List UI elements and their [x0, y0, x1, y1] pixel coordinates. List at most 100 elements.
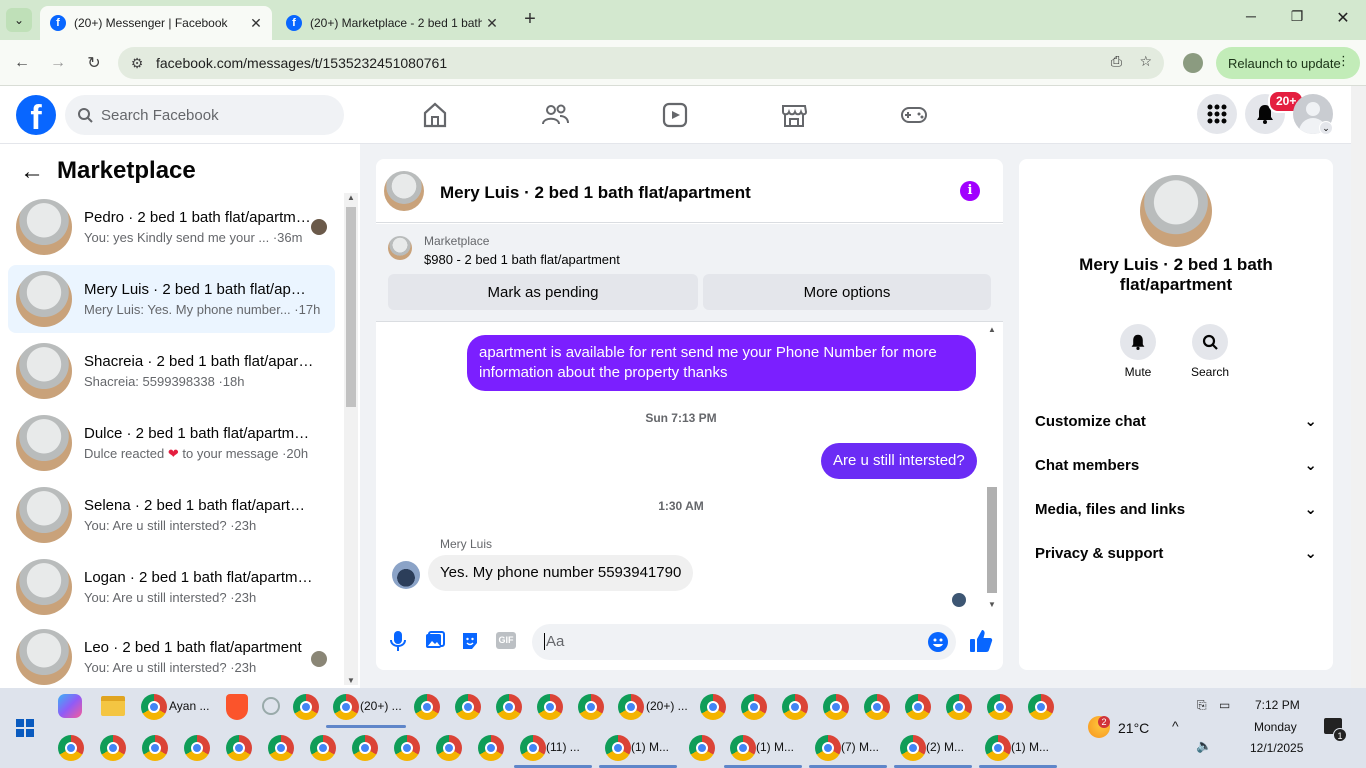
maximize-icon[interactable]: ❐ — [1274, 8, 1320, 32]
brave-icon[interactable] — [226, 694, 248, 720]
emoji-icon[interactable] — [928, 632, 948, 652]
profile-photo[interactable] — [1140, 175, 1212, 247]
chrome-icon[interactable] — [905, 694, 931, 720]
outgoing-message[interactable]: Are u still intersted? — [821, 443, 977, 479]
weather-temp[interactable]: 21°C — [1118, 720, 1149, 736]
chrome-icon[interactable] — [478, 735, 504, 761]
chrome-icon[interactable] — [333, 694, 359, 720]
outgoing-message[interactable]: apartment is available for rent send me … — [467, 335, 976, 391]
list-item[interactable]: Mery Luis · 2 bed 1 bath flat/apartment M… — [8, 265, 335, 333]
tab-close-icon[interactable]: ✕ — [482, 15, 502, 32]
chrome-icon[interactable] — [578, 694, 604, 720]
chrome-icon[interactable] — [352, 735, 378, 761]
chat-members-row[interactable]: Chat members ⌄ — [1035, 445, 1317, 485]
address-bar[interactable]: ⚙ facebook.com/messages/t/15352324510807… — [118, 47, 1164, 79]
chrome-icon[interactable] — [985, 735, 1011, 761]
taskbar-window-label[interactable]: (1) M... — [1011, 740, 1049, 754]
tab-close-icon[interactable]: ✕ — [246, 15, 266, 32]
chrome-icon[interactable] — [864, 694, 890, 720]
volume-icon[interactable]: 🔈 — [1196, 738, 1212, 754]
relaunch-button[interactable]: Relaunch to update ⋮ — [1216, 47, 1360, 79]
clock-time[interactable]: 7:12 PM — [1255, 698, 1300, 712]
reload-icon[interactable]: ↻ — [78, 47, 110, 79]
incoming-message[interactable]: Yes. My phone number 5593941790 — [428, 555, 694, 591]
scroll-thumb[interactable] — [987, 487, 997, 593]
listing-title[interactable]: $980 - 2 bed 1 bath flat/apartment — [424, 252, 620, 267]
photo-icon[interactable] — [425, 631, 445, 654]
friends-icon[interactable] — [540, 100, 570, 130]
chrome-icon[interactable] — [455, 694, 481, 720]
scroll-thumb[interactable] — [346, 207, 356, 407]
file-explorer-icon[interactable] — [101, 696, 125, 716]
chrome-icon[interactable] — [730, 735, 756, 761]
chrome-icon[interactable] — [987, 694, 1013, 720]
chrome-icon[interactable] — [946, 694, 972, 720]
privacy-support-row[interactable]: Privacy & support ⌄ — [1035, 533, 1317, 573]
sticker-icon[interactable] — [460, 631, 480, 654]
chrome-icon[interactable] — [496, 694, 522, 720]
copilot-icon[interactable] — [58, 694, 82, 718]
chrome-icon[interactable] — [58, 735, 84, 761]
taskbar-window-label[interactable]: (20+) ... — [360, 699, 402, 713]
customize-chat-row[interactable]: Customize chat ⌄ — [1035, 401, 1317, 441]
back-icon[interactable]: ← — [6, 47, 38, 79]
chrome-icon[interactable] — [537, 694, 563, 720]
bookmark-star-icon[interactable]: ☆ — [1139, 53, 1152, 70]
gaming-icon[interactable] — [899, 100, 929, 130]
tab-search-button[interactable]: ⌄ — [6, 8, 32, 32]
list-item[interactable]: Shacreia · 2 bed 1 bath flat/apartment Sh… — [8, 337, 335, 405]
scroll-up-icon[interactable]: ▲ — [347, 193, 355, 202]
network-icon[interactable]: ▭ — [1219, 698, 1230, 712]
taskbar-window-label[interactable]: (11) ... — [546, 740, 580, 754]
search-conversation-button[interactable] — [1192, 324, 1228, 360]
tab-messenger[interactable]: f (20+) Messenger | Facebook ✕ — [40, 6, 272, 40]
list-item[interactable]: Pedro · 2 bed 1 bath flat/apartment You: … — [8, 193, 335, 261]
scroll-down-icon[interactable]: ▼ — [347, 676, 355, 685]
windows-start-icon[interactable] — [16, 719, 34, 737]
chrome-icon[interactable] — [414, 694, 440, 720]
chrome-icon[interactable] — [815, 735, 841, 761]
search-input[interactable]: Search Facebook — [65, 95, 344, 135]
minimize-icon[interactable]: ─ — [1228, 8, 1274, 32]
chrome-icon[interactable] — [520, 735, 546, 761]
list-item[interactable]: Leo · 2 bed 1 bath flat/apartment You: Ar… — [8, 625, 335, 688]
taskbar-window-label[interactable]: (2) M... — [926, 740, 964, 754]
list-item[interactable]: Logan · 2 bed 1 bath flat/apartment You: … — [8, 553, 335, 621]
chrome-icon[interactable] — [782, 694, 808, 720]
listing-avatar[interactable] — [384, 171, 424, 211]
scroll-up-icon[interactable]: ▲ — [988, 325, 996, 334]
page-scrollbar[interactable] — [1351, 86, 1366, 688]
message-input[interactable]: Aa — [532, 624, 956, 660]
taskbar-window-label[interactable]: (7) M... — [841, 740, 879, 754]
forward-icon[interactable]: → — [42, 47, 74, 79]
listing-mini-thumb[interactable] — [388, 236, 412, 260]
thumbs-up-icon[interactable] — [969, 629, 993, 656]
new-tab-icon[interactable]: + — [518, 8, 542, 32]
taskbar-window-label[interactable]: Ayan ... — [169, 699, 209, 713]
chrome-icon[interactable] — [394, 735, 420, 761]
install-app-icon[interactable]: ⎙ — [1111, 53, 1122, 70]
video-icon[interactable] — [660, 100, 690, 130]
mute-button[interactable] — [1120, 324, 1156, 360]
chrome-icon[interactable] — [141, 694, 167, 720]
close-window-icon[interactable]: ✕ — [1320, 8, 1366, 32]
list-item[interactable]: Selena · 2 bed 1 bath flat/apartment You:… — [8, 481, 335, 549]
profile-avatar-icon[interactable] — [1183, 53, 1203, 73]
chrome-icon[interactable] — [268, 735, 294, 761]
app-icon[interactable] — [262, 697, 280, 715]
site-info-icon[interactable]: ⚙ — [118, 55, 156, 72]
chat-scrollbar[interactable]: ▲ ▼ — [986, 325, 998, 609]
chrome-icon[interactable] — [741, 694, 767, 720]
media-files-row[interactable]: Media, files and links ⌄ — [1035, 489, 1317, 529]
list-scrollbar[interactable]: ▲ ▼ — [344, 193, 358, 685]
chat-title[interactable]: Mery Luis · 2 bed 1 bath flat/apartment — [440, 183, 751, 203]
kebab-menu-icon[interactable]: ⋮ — [1337, 53, 1350, 69]
chrome-icon[interactable] — [293, 694, 319, 720]
gif-icon[interactable]: GIF — [496, 632, 516, 649]
mark-pending-button[interactable]: Mark as pending — [388, 274, 698, 310]
clock-date[interactable]: 12/1/2025 — [1250, 741, 1303, 755]
scroll-down-icon[interactable]: ▼ — [988, 600, 996, 609]
home-icon[interactable] — [420, 100, 450, 130]
taskbar-window-label[interactable]: (1) M... — [631, 740, 669, 754]
more-options-button[interactable]: More options — [703, 274, 991, 310]
